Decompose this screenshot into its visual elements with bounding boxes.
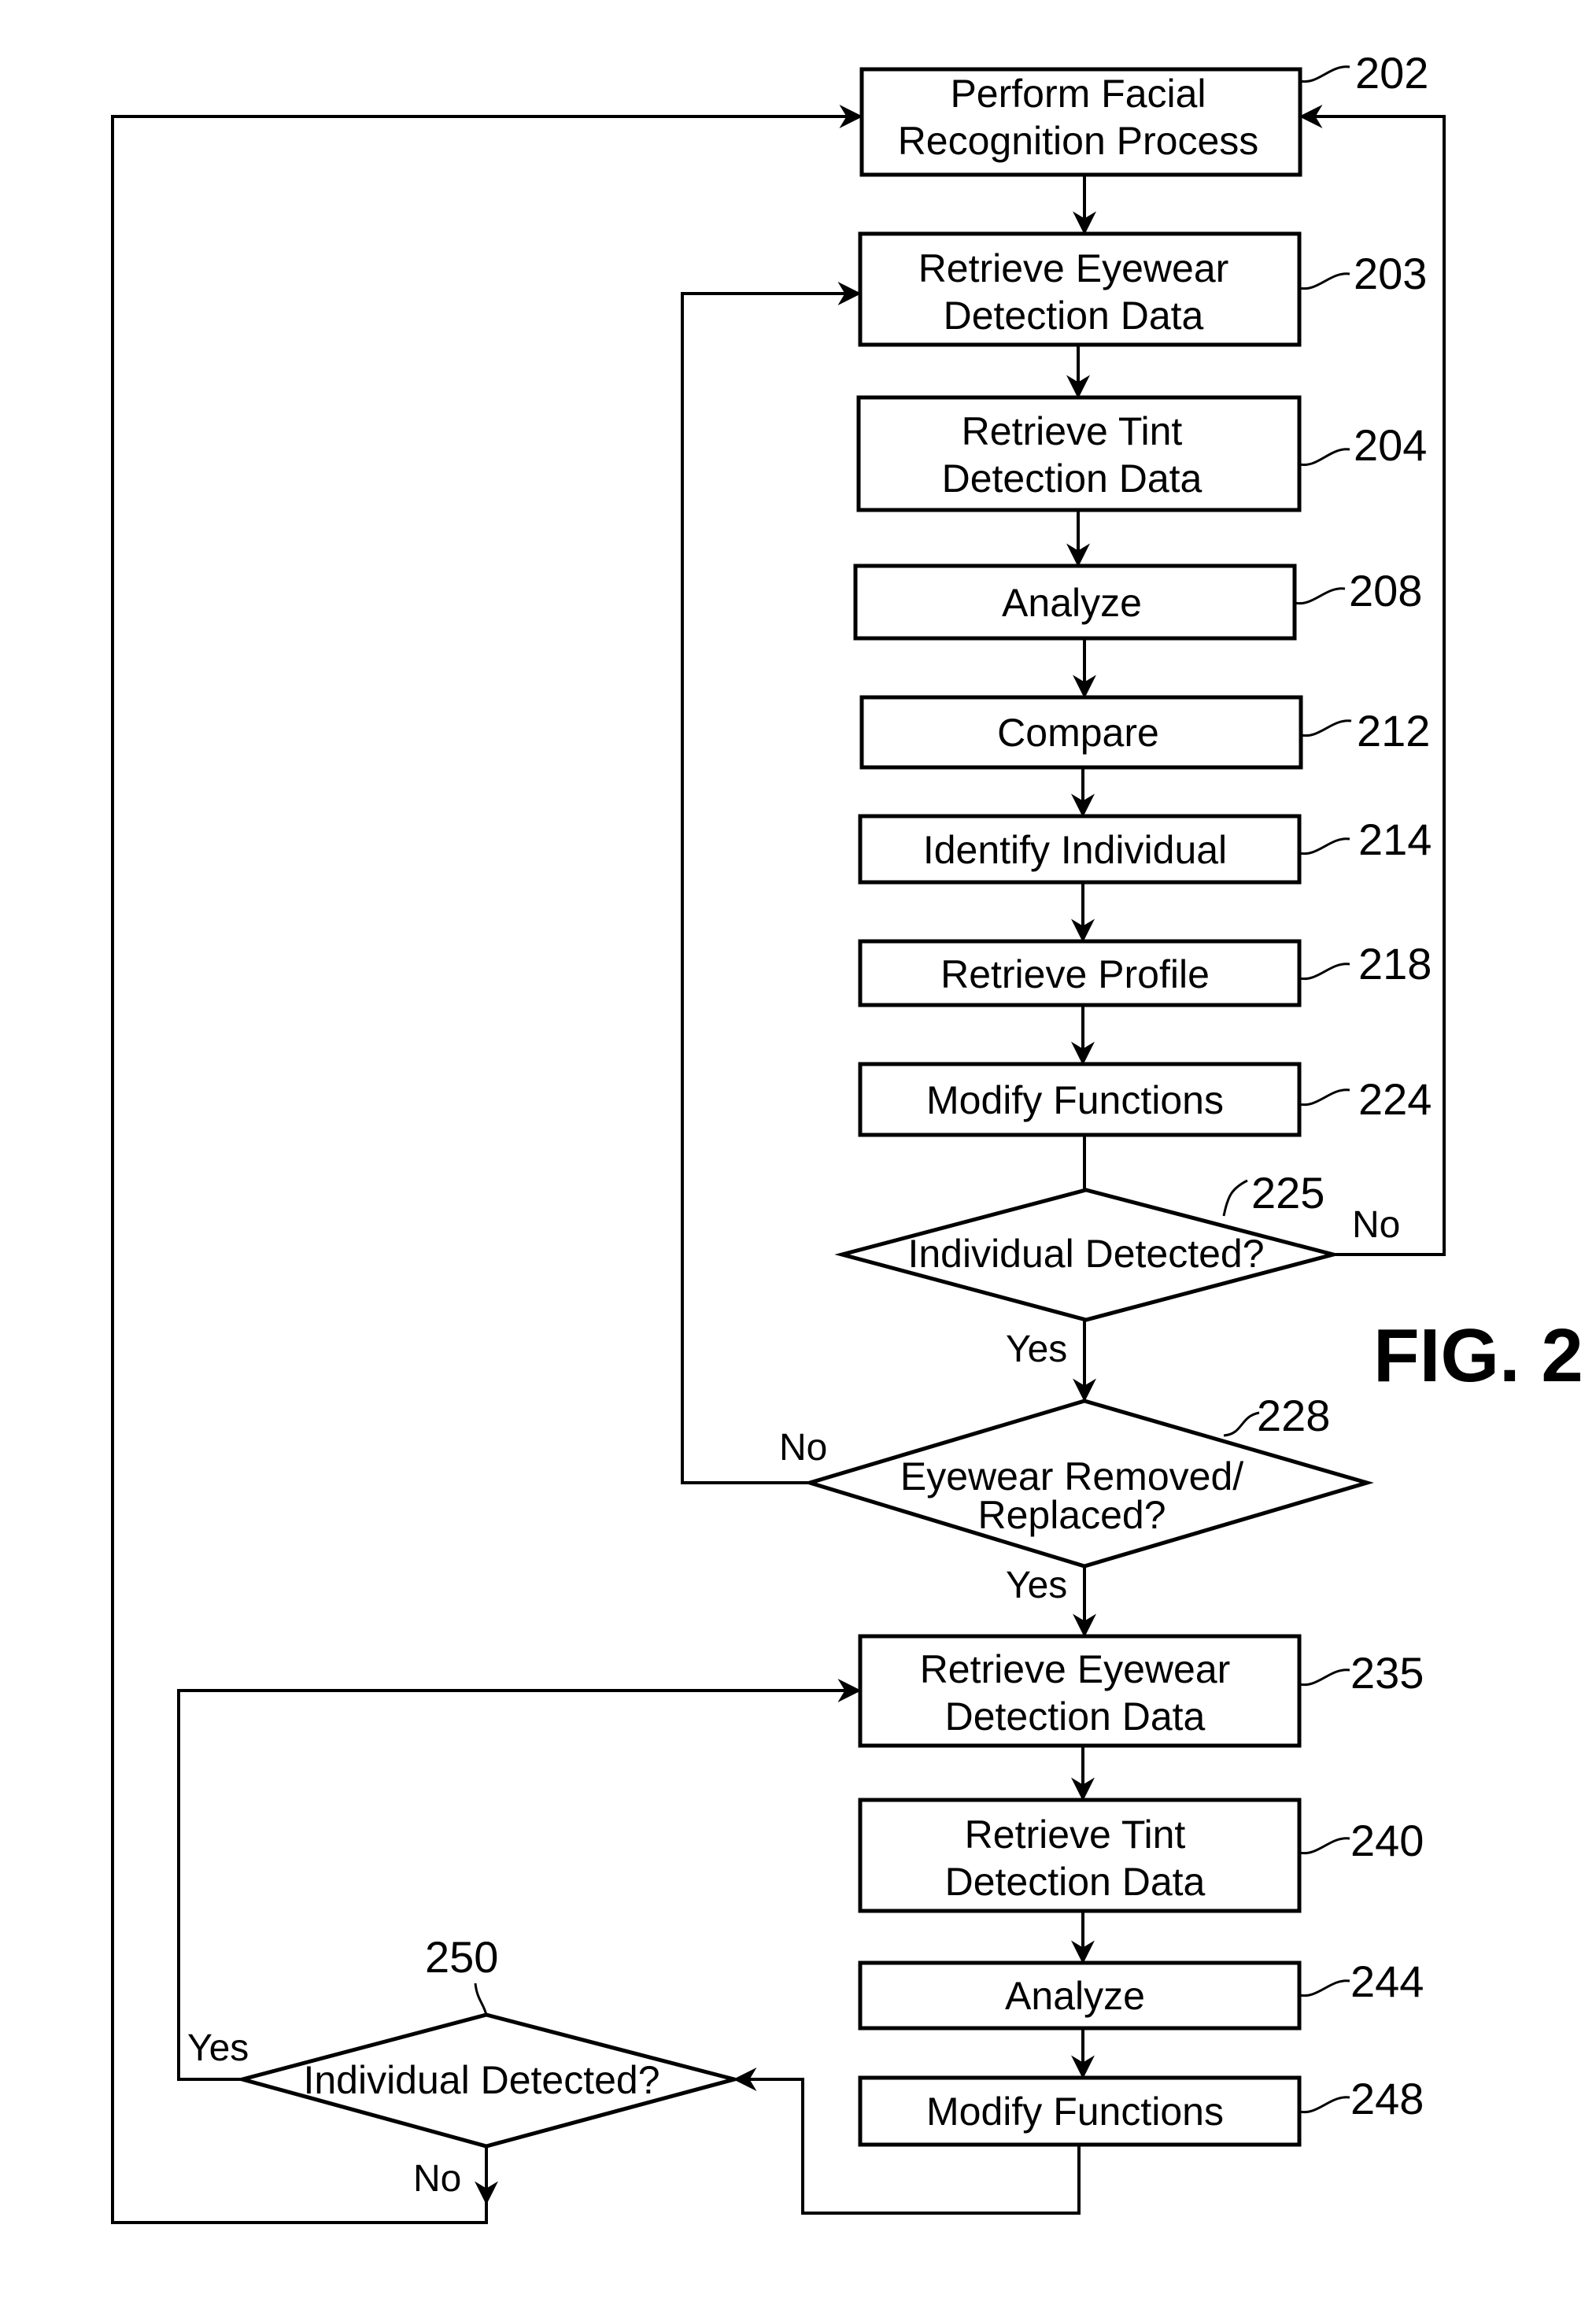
label-225-no: No bbox=[1352, 1204, 1400, 1246]
leader-224 bbox=[1299, 1088, 1350, 1107]
leader-235 bbox=[1299, 1668, 1350, 1687]
diamond-228-line-1: Eyewear Removed/ bbox=[900, 1454, 1243, 1498]
process-box-244: Analyze bbox=[858, 1960, 1302, 2031]
leader-204 bbox=[1299, 448, 1350, 467]
process-box-212: Compare bbox=[859, 695, 1303, 770]
leader-250 bbox=[474, 1983, 488, 2016]
leader-212 bbox=[1300, 719, 1352, 737]
edge-228-203-no bbox=[681, 282, 862, 1484]
edge-250-202-no bbox=[111, 105, 863, 2224]
ref-250: 250 bbox=[425, 1932, 498, 1982]
box-218-line-1: Retrieve Profile bbox=[940, 952, 1210, 996]
label-228-no: No bbox=[779, 1427, 827, 1469]
box-240-line-2: Detection Data bbox=[945, 1860, 1206, 1904]
process-box-248: Modify Functions bbox=[858, 2075, 1302, 2147]
box-202-line-1: Perform Facial bbox=[950, 72, 1206, 116]
box-224-line-1: Modify Functions bbox=[926, 1078, 1224, 1122]
box-203-line-2: Detection Data bbox=[944, 294, 1204, 338]
ref-240: 240 bbox=[1350, 1816, 1424, 1865]
flowchart-canvas: Perform Facial Recognition Process Retri… bbox=[111, 48, 1583, 2224]
ref-218: 218 bbox=[1358, 939, 1432, 989]
box-202-line-2: Recognition Process bbox=[898, 119, 1259, 163]
process-box-204: Retrieve Tint Detection Data bbox=[856, 395, 1302, 512]
ref-244: 244 bbox=[1350, 1957, 1424, 2006]
figure-title: FIG. 2 bbox=[1373, 1314, 1583, 1398]
leader-214 bbox=[1299, 837, 1350, 855]
decision-diamond-250: Individual Detected? bbox=[235, 2012, 742, 2149]
process-box-224: Modify Functions bbox=[858, 1062, 1302, 1137]
label-250-no: No bbox=[413, 2158, 461, 2200]
diamond-228-line-2: Replaced? bbox=[977, 1493, 1166, 1537]
diamond-250-text: Individual Detected? bbox=[303, 2058, 659, 2102]
ref-212: 212 bbox=[1357, 706, 1430, 756]
diamond-225-text: Individual Detected? bbox=[907, 1232, 1264, 1276]
box-235-line-2: Detection Data bbox=[945, 1694, 1206, 1739]
leader-202 bbox=[1299, 65, 1350, 83]
leader-228 bbox=[1223, 1411, 1260, 1437]
label-225-yes: Yes bbox=[1006, 1328, 1067, 1370]
leader-203 bbox=[1299, 272, 1350, 290]
leader-248 bbox=[1299, 2096, 1350, 2114]
ref-214: 214 bbox=[1358, 815, 1432, 864]
process-box-202: Perform Facial Recognition Process bbox=[859, 67, 1302, 177]
box-240-line-1: Retrieve Tint bbox=[965, 1813, 1186, 1857]
box-204-line-2: Detection Data bbox=[942, 456, 1203, 501]
ref-228: 228 bbox=[1257, 1391, 1330, 1440]
leader-218 bbox=[1299, 963, 1350, 981]
leader-244 bbox=[1299, 1979, 1350, 1997]
process-box-240: Retrieve Tint Detection Data bbox=[858, 1798, 1302, 1913]
leader-240 bbox=[1299, 1837, 1350, 1855]
box-204-line-1: Retrieve Tint bbox=[962, 409, 1183, 453]
edge-250-235-yes bbox=[177, 1679, 862, 2081]
box-248-line-1: Modify Functions bbox=[926, 2090, 1224, 2134]
box-244-line-1: Analyze bbox=[1005, 1974, 1145, 2018]
leader-208 bbox=[1294, 587, 1346, 605]
ref-208: 208 bbox=[1349, 566, 1422, 615]
process-box-208: Analyze bbox=[853, 564, 1297, 641]
box-235-line-1: Retrieve Eyewear bbox=[920, 1647, 1231, 1691]
ref-224: 224 bbox=[1358, 1074, 1432, 1124]
box-203-line-1: Retrieve Eyewear bbox=[918, 246, 1229, 290]
ref-235: 235 bbox=[1350, 1648, 1424, 1698]
process-box-203: Retrieve Eyewear Detection Data bbox=[858, 231, 1302, 347]
box-208-line-1: Analyze bbox=[1002, 581, 1142, 625]
leader-225 bbox=[1222, 1179, 1248, 1217]
ref-202: 202 bbox=[1355, 48, 1428, 98]
ref-204: 204 bbox=[1354, 420, 1427, 470]
ref-225: 225 bbox=[1251, 1168, 1324, 1218]
process-box-218: Retrieve Profile bbox=[858, 939, 1302, 1007]
label-250-yes: Yes bbox=[187, 2027, 249, 2069]
process-box-214: Identify Individual bbox=[858, 814, 1302, 885]
box-214-line-1: Identify Individual bbox=[923, 828, 1227, 872]
box-212-line-1: Compare bbox=[997, 711, 1159, 755]
ref-203: 203 bbox=[1354, 249, 1427, 298]
ref-248: 248 bbox=[1350, 2074, 1424, 2123]
process-box-235: Retrieve Eyewear Detection Data bbox=[858, 1634, 1302, 1748]
label-228-yes: Yes bbox=[1006, 1565, 1067, 1606]
